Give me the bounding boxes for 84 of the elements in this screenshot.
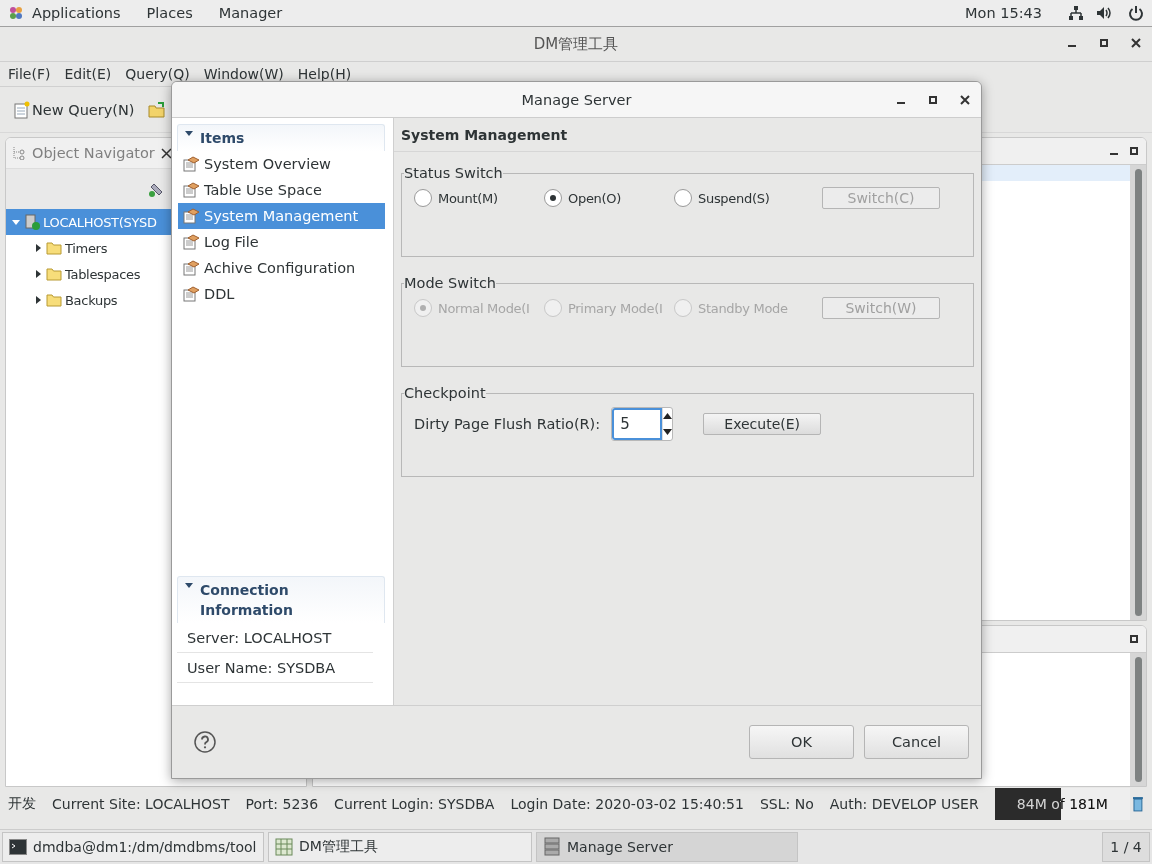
collapse-arrow-icon[interactable] [33,243,43,253]
status-text: Port: 5236 [245,796,319,812]
group-title: Status Switch [404,165,503,181]
folder-icon [46,293,62,307]
top-menu[interactable]: Applications [32,5,121,21]
nav-item[interactable]: Table Use Space [178,177,385,203]
status-text: Login Date: 2020-03-02 15:40:51 [510,796,744,812]
group-title: Checkpoint [404,385,486,401]
menu-item[interactable]: Query(Q) [125,66,190,82]
collapse-arrow-icon[interactable] [33,295,43,305]
logo-icon[interactable] [8,5,24,21]
radio-label[interactable]: Suspend(S) [698,190,770,206]
dialog-button[interactable]: OK [749,725,854,759]
section-header[interactable]: Connection Information [177,576,385,623]
close-icon[interactable] [959,94,971,106]
trash-icon[interactable] [1132,796,1144,812]
window-title: DM管理工具 [533,34,619,54]
radio-label[interactable]: Mount(M) [438,190,498,206]
menu-item[interactable]: File(F) [8,66,51,82]
document-icon [183,156,200,172]
taskbar-button[interactable]: dmdba@dm1:/dm/dmdbms/tool [2,832,264,862]
document-icon [183,260,200,276]
collapse-arrow-icon[interactable] [33,269,43,279]
server-icon [24,214,40,230]
taskbar-button[interactable]: Manage Server [536,832,798,862]
maximize-icon[interactable] [1128,145,1140,157]
maximize-icon[interactable] [927,94,939,106]
status-text: SSL: No [759,796,814,812]
nav-item[interactable]: Achive Configuration [178,255,385,281]
document-icon [183,182,200,198]
radio-label[interactable]: Open(O) [568,190,621,206]
expand-arrow-icon[interactable] [184,580,194,590]
taskbar-button[interactable]: DM管理工具 [268,832,532,862]
group-title: Mode Switch [404,275,497,291]
info-text: Server: LOCALHOST [187,629,332,646]
network-icon[interactable] [1068,5,1084,21]
field-label: Dirty Page Flush Ratio(R): [414,416,601,432]
info-text: User Name: SYSDBA [187,659,336,676]
close-icon[interactable] [160,147,172,159]
volume-icon[interactable] [1096,5,1112,21]
expand-arrow-icon[interactable] [184,128,194,138]
clock[interactable]: Mon 15:43 [965,5,1042,21]
scrollbar-thumb[interactable] [1134,169,1142,616]
radio-button[interactable] [544,189,562,207]
document-icon [183,286,200,302]
help-icon[interactable] [194,731,216,753]
status-text: Current Login: SYSDBA [334,796,495,812]
maximize-icon[interactable] [1098,37,1110,49]
document-icon [14,100,30,119]
server-icon [543,837,561,857]
status-text: 开发 [8,795,36,813]
page-title: System Management [394,118,981,152]
section-header[interactable]: Items [177,124,385,151]
document-icon [183,234,200,250]
terminal-icon [9,839,27,855]
radio-button[interactable] [674,189,692,207]
dialog-title: Manage Server [521,91,632,108]
down-arrow-icon[interactable] [663,429,673,435]
close-icon[interactable] [1130,37,1142,49]
open-folder-icon[interactable] [148,101,167,118]
workspace-switcher[interactable]: 1 / 4 [1102,832,1150,862]
new-query-button[interactable]: New Query(N) [10,98,139,121]
menu-item[interactable]: Edit(E) [64,66,112,82]
radio-button[interactable] [414,189,432,207]
nav-item[interactable]: DDL [178,281,385,307]
scrollbar-thumb[interactable] [1134,656,1142,782]
menu-item[interactable]: Window(W) [203,66,284,82]
power-icon[interactable] [1128,5,1144,21]
tree-icon [12,146,26,160]
execute-button[interactable]: Execute(E) [703,413,822,435]
top-menu[interactable]: Places [146,5,193,21]
top-menu[interactable]: Manager [218,5,283,21]
nav-item[interactable]: System Overview [178,151,385,177]
table-icon [275,838,293,856]
up-arrow-icon[interactable] [663,413,673,419]
folder-icon [46,267,62,281]
folder-icon [46,241,62,255]
status-text: Auth: DEVELOP USER [829,796,979,812]
maximize-icon[interactable] [1128,632,1140,645]
number-spinner[interactable]: 5 [611,407,674,441]
status-text: Current Site: LOCALHOST [52,796,230,812]
document-icon [183,208,200,224]
menu-item[interactable]: Help(H) [297,66,352,82]
dialog-button[interactable]: Cancel [864,725,969,759]
